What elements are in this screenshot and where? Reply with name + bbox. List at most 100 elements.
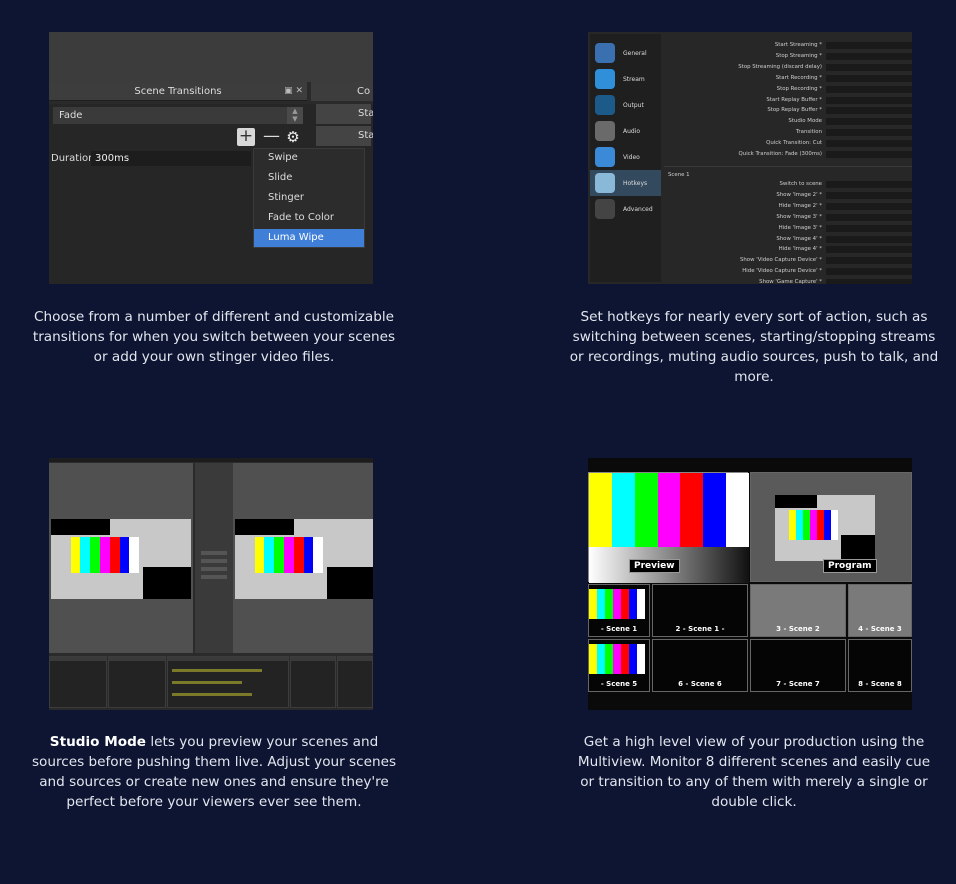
hotkey-row: Show 'Image 3' * xyxy=(664,213,912,222)
gear-icon[interactable]: ⚙ xyxy=(285,128,301,146)
hotkey-field[interactable] xyxy=(826,42,912,49)
quick-transition-button[interactable] xyxy=(201,559,227,563)
hotkey-field[interactable] xyxy=(826,181,912,188)
pattern-black xyxy=(51,519,110,535)
menu-item-stinger[interactable]: Stinger xyxy=(254,189,364,207)
sidebar-item-video[interactable]: Video xyxy=(590,144,661,170)
hotkey-label: Studio Mode xyxy=(788,118,822,125)
hotkey-field[interactable] xyxy=(826,235,912,243)
color-bar xyxy=(293,536,304,574)
color-bar xyxy=(605,644,613,674)
remove-transition-icon[interactable]: — xyxy=(263,128,280,146)
hotkey-row: Show 'Image 4' * xyxy=(664,235,912,244)
hotkey-field[interactable] xyxy=(826,202,912,210)
color-bar xyxy=(589,473,612,547)
sidebar-item-output[interactable]: Output xyxy=(590,92,661,118)
pattern-black xyxy=(235,519,294,535)
menu-item-fade-to-color[interactable]: Fade to Color xyxy=(254,209,364,227)
preview-pane[interactable]: Preview xyxy=(588,472,749,583)
hotkey-field[interactable] xyxy=(826,118,912,126)
color-bar xyxy=(109,536,120,574)
sidebar-item-label: Hotkeys xyxy=(623,180,648,187)
program-pane[interactable]: Program xyxy=(750,472,912,582)
hotkey-field[interactable] xyxy=(826,151,912,158)
stream-globe-icon xyxy=(595,69,615,89)
scene-cell[interactable]: 4 - Scene 3 xyxy=(848,584,912,637)
scene-cell[interactable]: 2 - Scene 1 - xyxy=(652,584,748,637)
scene-cell[interactable]: 3 - Scene 2 xyxy=(750,584,846,637)
color-bar xyxy=(284,536,294,574)
sources-dock xyxy=(108,656,166,708)
hotkey-field[interactable] xyxy=(826,85,912,93)
duration-field[interactable]: 300ms xyxy=(91,151,251,166)
menu-item-luma-wipe[interactable]: Luma Wipe xyxy=(254,229,364,247)
hotkey-row: Quick Transition: Cut xyxy=(664,139,912,148)
hotkey-field[interactable] xyxy=(826,279,912,284)
hotkey-field[interactable] xyxy=(826,224,912,232)
color-bar xyxy=(680,473,704,547)
scenes-dock xyxy=(49,656,107,708)
color-bar xyxy=(637,644,645,674)
color-bar xyxy=(824,509,831,540)
program-test-pattern xyxy=(775,495,875,561)
hotkey-field[interactable] xyxy=(826,96,912,104)
sidebar-item-hotkeys[interactable]: Hotkeys xyxy=(590,170,661,196)
preview-label: Preview xyxy=(629,559,680,573)
scene-cell[interactable]: 6 - Scene 6 xyxy=(652,639,748,692)
scene-cell[interactable]: - Scene 1 xyxy=(588,584,650,637)
advanced-gears-icon xyxy=(595,199,615,219)
hotkey-field[interactable] xyxy=(826,191,912,199)
hotkey-field[interactable] xyxy=(826,246,912,254)
color-bar xyxy=(303,536,314,574)
menu-bar xyxy=(49,458,373,462)
hotkey-field[interactable] xyxy=(826,268,912,276)
add-transition-icon[interactable]: + xyxy=(237,128,255,146)
sidebar-item-label: General xyxy=(623,50,647,57)
hotkey-row: Start Replay Buffer * xyxy=(664,96,912,105)
color-bar xyxy=(803,509,810,540)
dock-float-close-icon[interactable]: ▣ ✕ xyxy=(284,82,303,101)
color-bar xyxy=(589,644,597,674)
hotkey-label: Stop Streaming * xyxy=(775,52,822,59)
scene-cell[interactable]: 8 - Scene 8 xyxy=(848,639,912,692)
scene-cell[interactable]: 7 - Scene 7 xyxy=(750,639,846,692)
hotkey-field[interactable] xyxy=(826,52,912,60)
hotkey-field[interactable] xyxy=(826,213,912,221)
general-icon xyxy=(595,43,615,63)
audio-icon xyxy=(595,121,615,141)
sidebar-item-advanced[interactable]: Advanced xyxy=(590,196,661,222)
scene-cell[interactable]: - Scene 5 xyxy=(588,639,650,692)
menu-item-swipe[interactable]: Swipe xyxy=(254,149,364,167)
hotkey-field[interactable] xyxy=(826,129,912,137)
start-streaming-button[interactable]: Star xyxy=(316,104,373,124)
hotkey-label: Start Replay Buffer * xyxy=(766,96,822,103)
color-bar xyxy=(597,589,605,619)
hotkey-row: Show 'Image 2' * xyxy=(664,191,912,200)
sidebar-item-general[interactable]: General xyxy=(590,40,661,66)
hotkey-field[interactable] xyxy=(826,140,912,148)
cut-button[interactable] xyxy=(201,567,227,571)
dock-header xyxy=(109,657,165,661)
color-bar xyxy=(70,536,81,574)
sidebar-item-stream[interactable]: Stream xyxy=(590,66,661,92)
transition-button[interactable] xyxy=(201,551,227,555)
scene-transitions-dock xyxy=(290,656,336,708)
scene-label: 6 - Scene 6 xyxy=(678,680,722,688)
fade-button[interactable] xyxy=(201,575,227,579)
dock-header xyxy=(338,657,372,661)
hotkey-field[interactable] xyxy=(826,257,912,265)
sidebar-item-audio[interactable]: Audio xyxy=(590,118,661,144)
color-bar xyxy=(657,473,681,547)
multiview-screenshot: Preview Program - Scene 1 2 - Scene 1 - 3 … xyxy=(588,458,912,710)
transition-select[interactable]: Fade ▲ ▼ xyxy=(53,107,303,124)
transitions-caption: Choose from a number of different and cu… xyxy=(32,309,396,365)
sidebar-item-label: Advanced xyxy=(623,206,653,213)
bottom-docks xyxy=(49,656,373,710)
start-recording-button[interactable]: Star xyxy=(316,126,373,146)
hotkey-field[interactable] xyxy=(826,74,912,82)
hotkey-row: Stop Streaming * xyxy=(664,52,912,61)
menu-item-slide[interactable]: Slide xyxy=(254,169,364,187)
hotkey-field[interactable] xyxy=(826,63,912,71)
volume-meter xyxy=(172,669,262,672)
hotkey-field[interactable] xyxy=(826,107,912,115)
